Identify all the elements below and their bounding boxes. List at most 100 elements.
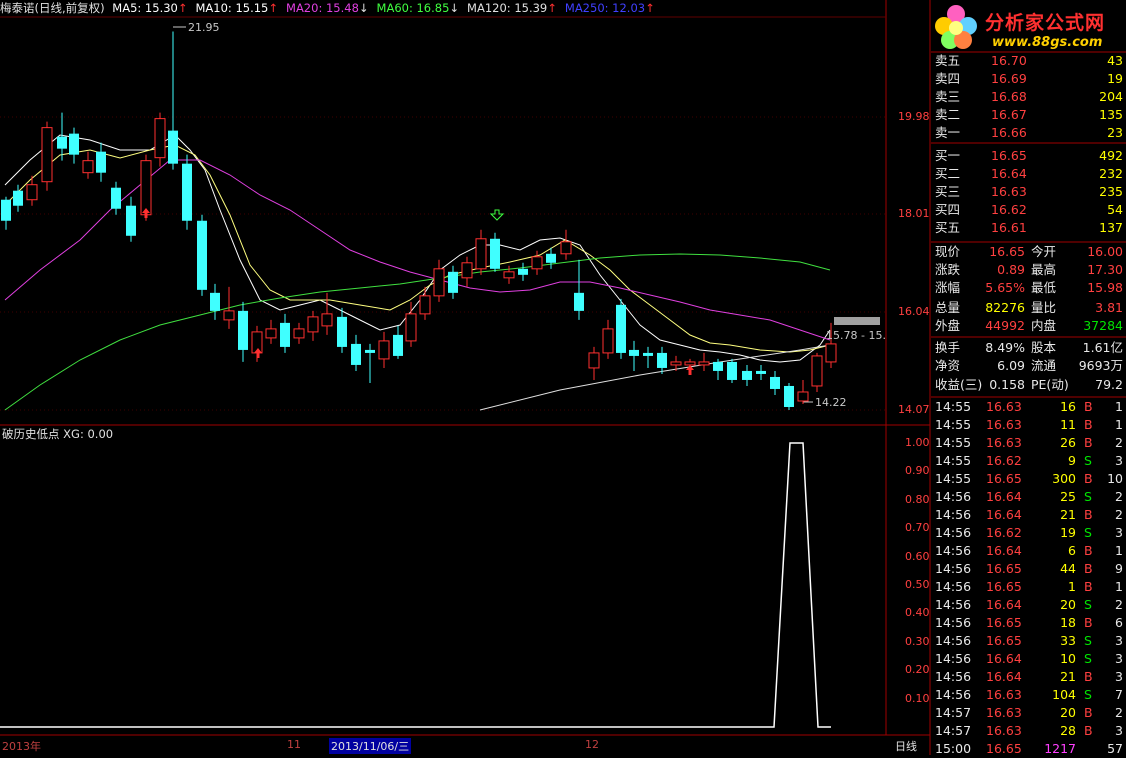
period-label[interactable]: 日线 (895, 738, 917, 754)
candle (770, 370, 780, 395)
tick-row: 14:55 16.63 26 B 2 (931, 434, 1126, 452)
indicator-tick: 0.20 (905, 663, 930, 677)
candle (182, 154, 192, 230)
tick-side: B (1084, 723, 1093, 738)
quote-label: PE(动) (1031, 377, 1069, 392)
quote-value: 37284 (1083, 318, 1123, 333)
candle (784, 382, 794, 410)
tick-count: 3 (1115, 669, 1123, 684)
tick-count: 6 (1115, 615, 1123, 630)
quote-label: 股本 (1031, 340, 1057, 355)
range-marker (834, 317, 880, 325)
ma-item-4: MA120: 15.39↑ (467, 1, 557, 15)
candle (448, 265, 458, 299)
candle (238, 301, 248, 362)
tick-volume: 1217 (1044, 741, 1076, 756)
tick-price: 16.64 (986, 507, 1022, 522)
bid-volume: 235 (1099, 184, 1123, 199)
tick-time: 15:00 (935, 741, 972, 756)
ask-volume: 135 (1099, 107, 1123, 122)
indicator-tick: 0.80 (905, 492, 930, 506)
tick-volume: 44 (1060, 561, 1076, 576)
tick-side: B (1084, 561, 1093, 576)
tick-price: 16.65 (986, 471, 1022, 486)
tick-row: 14:55 16.63 11 B 1 (931, 416, 1126, 434)
quote-value: 15.98 (1087, 280, 1123, 295)
tick-row: 14:56 16.65 44 B 9 (931, 560, 1126, 578)
bid-label: 买一 (935, 148, 961, 163)
quote-value: 44992 (985, 318, 1025, 333)
tick-volume: 9 (1068, 453, 1076, 468)
candle (602, 319, 614, 359)
ask-price: 16.66 (991, 125, 1027, 140)
candle (337, 307, 347, 353)
tick-count: 2 (1115, 507, 1123, 522)
tick-price: 16.63 (986, 723, 1022, 738)
tick-row: 14:56 16.62 19 S 3 (931, 524, 1126, 542)
ma60-line (4, 253, 831, 411)
tick-time: 14:56 (935, 615, 972, 630)
quote-value: 82276 (985, 300, 1025, 315)
quote-value: 6.09 (997, 358, 1025, 373)
tick-count: 2 (1115, 489, 1123, 504)
tick-count: 7 (1115, 687, 1123, 702)
tick-time: 14:55 (935, 471, 972, 486)
tick-count: 1 (1115, 579, 1123, 594)
tick-time: 14:56 (935, 525, 972, 540)
low-annotation: 14.22 (815, 396, 847, 409)
ask-row: 卖二 16.67 135 (931, 106, 1126, 124)
candle (433, 259, 445, 302)
tick-count: 3 (1115, 723, 1123, 738)
candle (280, 313, 290, 353)
indicator-title: 破历史低点 XG: 0.00 (2, 427, 114, 441)
bid-volume: 492 (1099, 148, 1123, 163)
quote-label: 内盘 (1031, 318, 1057, 333)
tick-side: B (1084, 399, 1093, 414)
tick-count: 3 (1115, 453, 1123, 468)
tick-side: S (1084, 633, 1092, 648)
quote-value: 5.65% (985, 280, 1025, 295)
tick-row: 14:56 16.64 6 B 1 (931, 542, 1126, 560)
tick-volume: 21 (1060, 507, 1076, 522)
quote-row: 净资 6.09 流通 9693万 (931, 357, 1126, 375)
tick-count: 3 (1115, 633, 1123, 648)
ask-label: 卖三 (935, 89, 961, 104)
bid-label: 买五 (935, 220, 961, 235)
x-label-dec: 12 (585, 738, 599, 751)
tick-price: 16.64 (986, 597, 1022, 612)
tick-volume: 10 (1060, 651, 1076, 666)
tick-time: 14:56 (935, 687, 972, 702)
ask-label: 卖二 (935, 107, 961, 122)
tick-side: B (1084, 471, 1093, 486)
ask-price: 16.67 (991, 107, 1027, 122)
candle (629, 340, 639, 371)
candle (307, 310, 319, 341)
quote-row: 现价 16.65 今开 16.00 (931, 243, 1126, 261)
candle (490, 232, 500, 272)
bid-row: 买一 16.65 492 (931, 147, 1126, 165)
tick-volume: 300 (1052, 471, 1076, 486)
quote-label: 最低 (1031, 280, 1057, 295)
tick-volume: 16 (1060, 399, 1076, 414)
tick-price: 16.64 (986, 651, 1022, 666)
quote-value: 79.2 (1095, 377, 1123, 392)
tick-side: B (1084, 543, 1093, 558)
tick-volume: 25 (1060, 489, 1076, 504)
tick-volume: 26 (1060, 435, 1076, 450)
ask-label: 卖五 (935, 53, 961, 68)
candle (616, 298, 626, 359)
candle (126, 196, 136, 242)
candle (713, 358, 723, 380)
bid-volume: 137 (1099, 220, 1123, 235)
tick-volume: 19 (1060, 525, 1076, 540)
ma-header: 梅泰诺(日线,前复权) MA5: 15.30↑ MA10: 15.15↑ MA20:… (0, 0, 663, 17)
ma-value: MA5: 15.30 (112, 1, 178, 15)
bid-row: 买五 16.61 137 (931, 219, 1126, 237)
bid-row: 买二 16.64 232 (931, 165, 1126, 183)
tick-price: 16.65 (986, 561, 1022, 576)
quote-panel: 卖五 16.70 43 卖四 16.69 19 卖三 16.68 204 卖二 … (931, 0, 1126, 756)
candle (405, 301, 417, 347)
tick-time: 14:56 (935, 633, 972, 648)
tick-count: 1 (1115, 399, 1123, 414)
candle (41, 121, 53, 191)
